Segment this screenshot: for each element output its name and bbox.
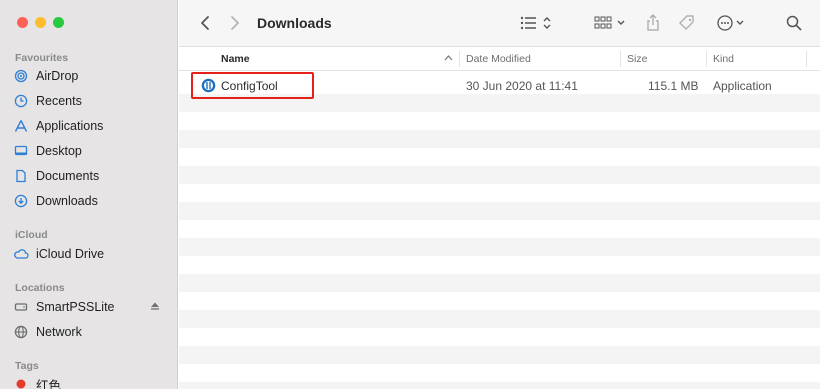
empty-row: [179, 166, 820, 184]
cloud-icon: [13, 246, 29, 262]
section-title-locations: Locations: [15, 282, 65, 294]
column-kind-header[interactable]: Kind: [713, 53, 734, 65]
column-size-header[interactable]: Size: [627, 53, 647, 65]
grid-icon: [594, 16, 625, 29]
sidebar-item-tag-red[interactable]: 红色: [13, 373, 168, 389]
section-title-icloud: iCloud: [15, 229, 48, 241]
window-title: Downloads: [257, 15, 332, 31]
empty-row: [179, 238, 820, 256]
sidebar-item-label: iCloud Drive: [36, 247, 105, 261]
airdrop-icon: [13, 68, 29, 84]
applications-icon: [13, 118, 29, 134]
sidebar-item-label: Recents: [36, 94, 82, 108]
sort-ascending-icon[interactable]: [444, 55, 453, 61]
empty-row: [179, 310, 820, 328]
empty-row: [179, 130, 820, 148]
view-list-button[interactable]: [519, 12, 555, 34]
sidebar-item-label: AirDrop: [36, 69, 79, 83]
share-icon: [647, 14, 659, 31]
sidebar-item-label: Network: [36, 325, 82, 339]
sidebar-item-network[interactable]: Network: [13, 321, 168, 343]
close-window-button[interactable]: [17, 17, 28, 28]
share-button[interactable]: [643, 12, 663, 34]
highlight-box: [191, 72, 314, 99]
empty-row: [179, 202, 820, 220]
file-size: 115.1 MB: [648, 79, 699, 93]
downloads-icon: [13, 193, 29, 209]
network-icon: [13, 324, 29, 340]
sidebar-item-label: Downloads: [36, 194, 98, 208]
clock-icon: [13, 93, 29, 109]
file-list: ConfigTool 30 Jun 2020 at 11:41 115.1 MB…: [179, 72, 820, 389]
sidebar-item-label: Documents: [36, 169, 100, 183]
column-separator[interactable]: [706, 51, 707, 67]
disk-icon: [13, 299, 29, 315]
sidebar-item-airdrop[interactable]: AirDrop: [13, 65, 168, 87]
sidebar: Favourites AirDrop Recents Applications …: [0, 0, 178, 389]
maximize-window-button[interactable]: [53, 17, 64, 28]
file-kind: Application: [713, 79, 772, 93]
list-view-icon: [520, 16, 551, 30]
sidebar-item-label: 红色: [36, 378, 62, 389]
column-date-header[interactable]: Date Modified: [466, 53, 531, 65]
tag-icon: [679, 15, 694, 30]
column-separator[interactable]: [620, 51, 621, 67]
column-header: Name Date Modified Size Kind: [179, 47, 820, 71]
sidebar-item-smartpsslite[interactable]: SmartPSSLite: [13, 296, 168, 318]
document-icon: [13, 168, 29, 184]
empty-row: [179, 346, 820, 364]
sidebar-item-icloud-drive[interactable]: iCloud Drive: [13, 243, 168, 265]
minimize-window-button[interactable]: [35, 17, 46, 28]
empty-row: [179, 382, 820, 389]
more-icon: [717, 15, 744, 31]
red-tag-icon: [13, 376, 29, 389]
forward-button[interactable]: [225, 12, 245, 34]
search-button[interactable]: [783, 12, 805, 34]
finder-window: Favourites AirDrop Recents Applications …: [0, 0, 820, 389]
column-separator[interactable]: [459, 51, 460, 67]
tag-button[interactable]: [676, 12, 698, 34]
eject-icon[interactable]: [150, 300, 160, 314]
window-controls: [17, 17, 64, 28]
sidebar-item-documents[interactable]: Documents: [13, 165, 168, 187]
sidebar-item-applications[interactable]: Applications: [13, 115, 168, 137]
chevron-left-icon: [201, 16, 209, 30]
sidebar-item-desktop[interactable]: Desktop: [13, 140, 168, 162]
section-title-tags: Tags: [15, 360, 39, 372]
column-separator[interactable]: [806, 51, 807, 67]
desktop-icon: [13, 143, 29, 159]
sidebar-item-downloads[interactable]: Downloads: [13, 190, 168, 212]
toolbar: Downloads: [179, 0, 820, 47]
search-icon: [786, 15, 802, 31]
back-button[interactable]: [195, 12, 215, 34]
chevron-right-icon: [231, 16, 239, 30]
group-button[interactable]: [593, 12, 629, 34]
sidebar-item-label: Desktop: [36, 144, 82, 158]
file-date: 30 Jun 2020 at 11:41: [466, 79, 578, 93]
section-title-favourites: Favourites: [15, 52, 69, 64]
empty-row: [179, 274, 820, 292]
sidebar-item-label: SmartPSSLite: [36, 300, 115, 314]
column-name-header[interactable]: Name: [221, 53, 250, 65]
sidebar-item-label: Applications: [36, 119, 104, 133]
sidebar-item-recents[interactable]: Recents: [13, 90, 168, 112]
action-button[interactable]: [715, 12, 749, 34]
